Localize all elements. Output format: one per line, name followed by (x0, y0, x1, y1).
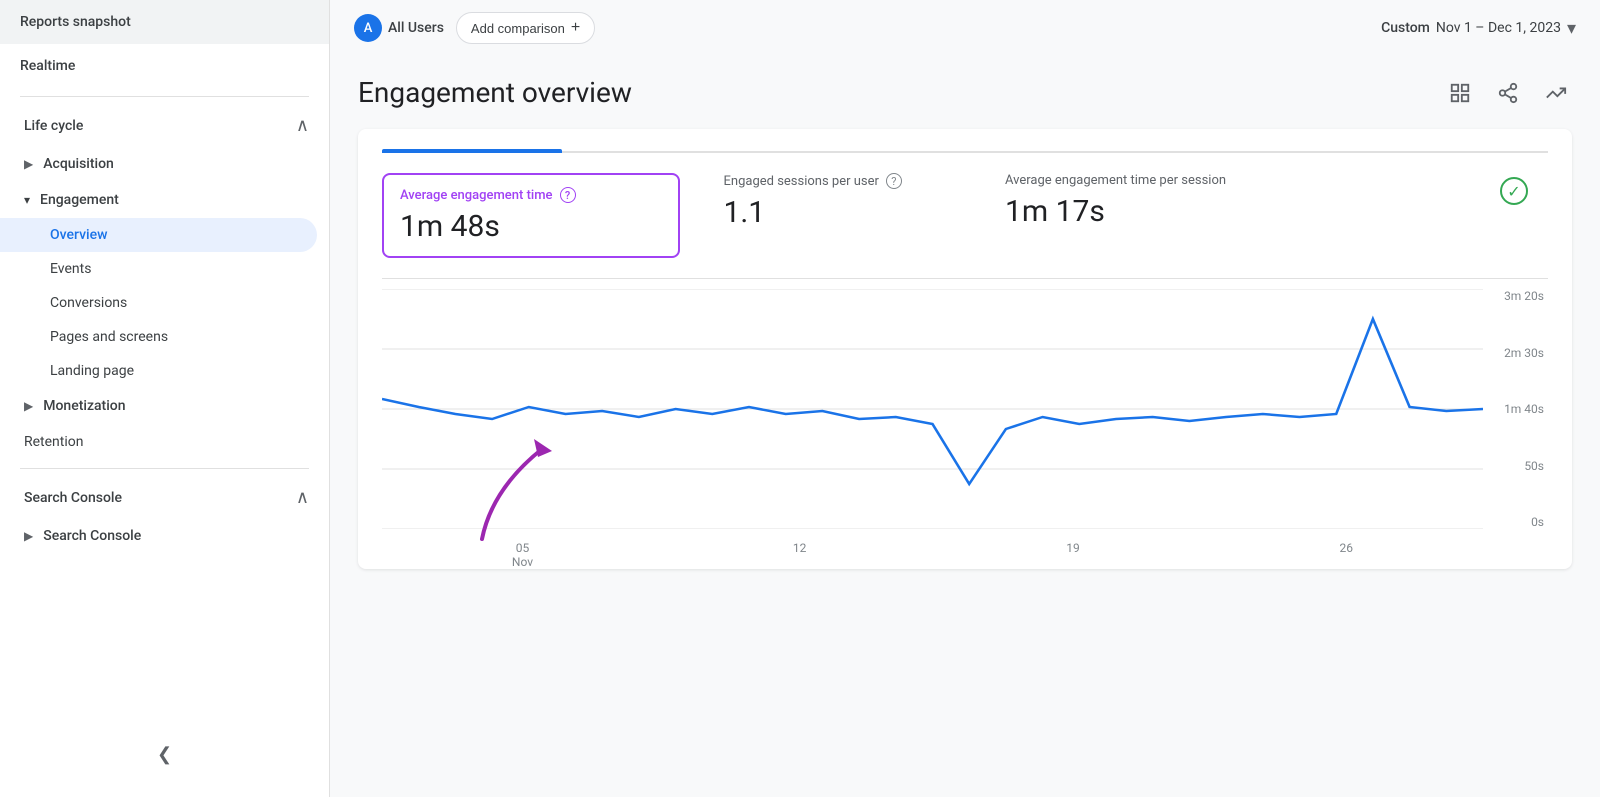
topbar: A All Users Add comparison + Custom Nov … (330, 0, 1600, 56)
main-area: A All Users Add comparison + Custom Nov … (330, 0, 1600, 797)
content-area: Engagement overview (330, 56, 1600, 797)
sidebar-item-acquisition[interactable]: ▶ Acquisition (0, 146, 317, 182)
date-range-selector[interactable]: Custom Nov 1 – Dec 1, 2023 ▾ (1381, 18, 1576, 39)
avg-engagement-time-cell[interactable]: Average engagement time ? 1m 48s (382, 173, 680, 258)
avg-time-per-session-value: 1m 17s (1005, 194, 1226, 229)
sidebar-item-reports-snapshot[interactable]: Reports snapshot (0, 0, 329, 44)
sidebar-sub-item-landing-page[interactable]: Landing page (0, 354, 317, 388)
search-console-group-header[interactable]: Search Console ∧ (0, 477, 329, 518)
page-title-icons (1444, 77, 1572, 109)
divider-1 (20, 96, 309, 97)
sidebar-item-realtime[interactable]: Realtime (0, 44, 329, 88)
chart-x-labels: 05 Nov 12 19 26 (382, 535, 1483, 569)
search-console-chevron-icon: ∧ (296, 487, 309, 508)
search-console-arrow-icon: ▶ (24, 529, 33, 543)
sidebar: Reports snapshot Realtime Life cycle ∧ ▶… (0, 0, 330, 797)
sidebar-item-engagement[interactable]: ▾ Engagement (0, 182, 317, 218)
sidebar-sub-item-conversions[interactable]: Conversions (0, 286, 317, 320)
sidebar-item-search-console[interactable]: ▶ Search Console (0, 518, 317, 554)
chart-container: 3m 20s 2m 30s 1m 40s 50s 0s (382, 279, 1548, 569)
help-icon-1: ? (560, 187, 576, 203)
engaged-sessions-label: Engaged sessions per user ? (724, 173, 986, 189)
lifecycle-chevron-icon: ∧ (296, 115, 309, 136)
sidebar-item-retention[interactable]: Retention (0, 424, 317, 460)
engaged-sessions-value: 1.1 (724, 195, 986, 230)
chart-svg (382, 289, 1483, 529)
engagement-arrow-icon: ▾ (24, 193, 30, 207)
check-icon: ✓ (1500, 177, 1528, 205)
chart-y-labels: 3m 20s 2m 30s 1m 40s 50s 0s (1488, 289, 1548, 529)
plus-icon: + (571, 19, 580, 37)
sidebar-sub-item-overview[interactable]: Overview (0, 218, 317, 252)
sidebar-item-monetization[interactable]: ▶ Monetization (0, 388, 317, 424)
avg-engagement-time-label: Average engagement time ? (400, 187, 662, 203)
trend-icon-button[interactable] (1540, 77, 1572, 109)
chart-type-icon-button[interactable] (1444, 77, 1476, 109)
sidebar-sub-item-events[interactable]: Events (0, 252, 317, 286)
date-dropdown-icon: ▾ (1567, 18, 1576, 39)
share-icon-button[interactable] (1492, 77, 1524, 109)
monetization-arrow-icon: ▶ (24, 399, 33, 413)
all-users-chip[interactable]: A All Users (354, 14, 444, 42)
avg-engagement-time-value: 1m 48s (400, 209, 662, 244)
collapse-icon: ❮ (157, 744, 172, 765)
page-title: Engagement overview (358, 76, 632, 109)
sidebar-collapse-button[interactable]: ❮ (0, 732, 329, 777)
user-badge: A (354, 14, 382, 42)
metrics-data-row: Average engagement time ? 1m 48s Engaged… (382, 153, 1548, 279)
page-title-row: Engagement overview (358, 76, 1572, 109)
add-comparison-button[interactable]: Add comparison + (456, 12, 595, 44)
engaged-sessions-cell[interactable]: Engaged sessions per user ? 1.1 (700, 173, 1006, 230)
divider-2 (20, 468, 309, 469)
lifecycle-group-header[interactable]: Life cycle ∧ (0, 105, 329, 146)
acquisition-arrow-icon: ▶ (24, 157, 33, 171)
sidebar-sub-item-pages-screens[interactable]: Pages and screens (0, 320, 317, 354)
avg-time-per-session-cell[interactable]: Average engagement time per session 1m 1… (1005, 173, 1548, 229)
help-icon-2: ? (886, 173, 902, 189)
avg-time-per-session-label: Average engagement time per session (1005, 173, 1226, 188)
metrics-card: Average engagement time ? 1m 48s Engaged… (358, 129, 1572, 569)
